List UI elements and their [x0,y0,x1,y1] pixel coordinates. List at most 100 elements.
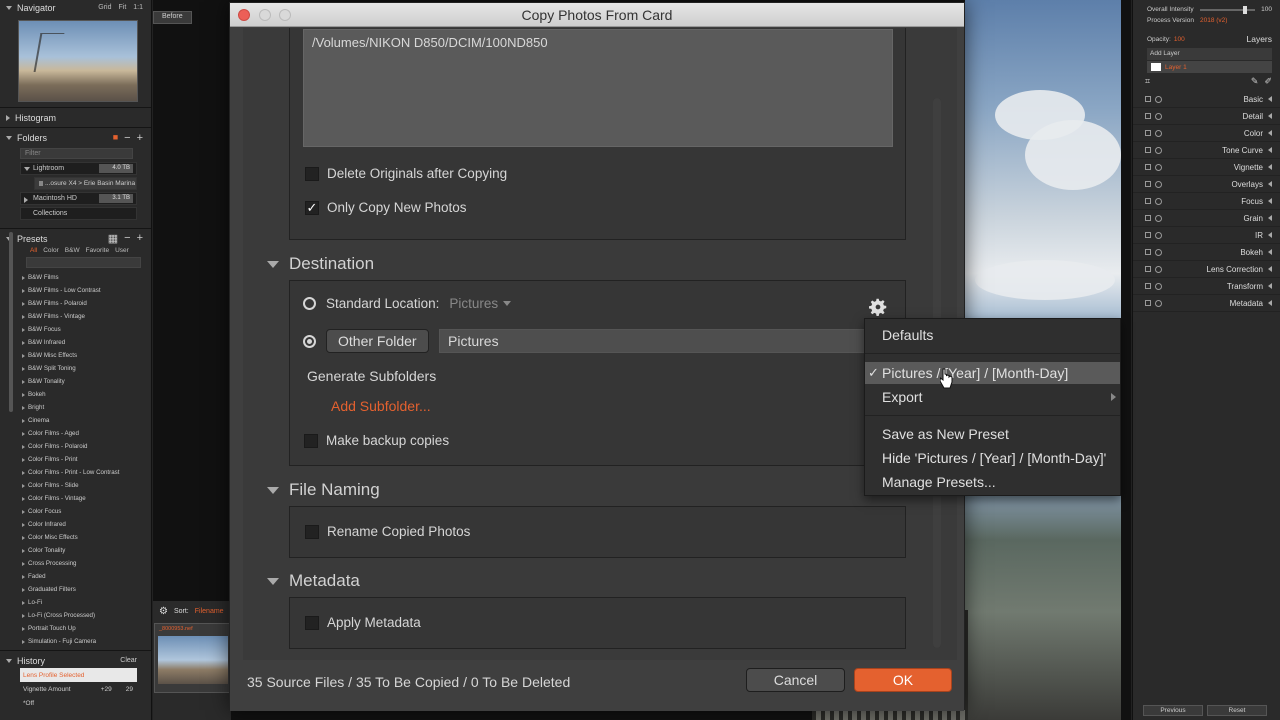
reset-icon[interactable] [1155,95,1162,103]
preset-item[interactable]: B&W Misc Effects [22,349,151,362]
reset-icon[interactable] [1155,248,1162,256]
zoom-fit[interactable]: Fit [118,4,126,11]
module-row[interactable]: Focus [1133,193,1280,210]
visibility-toggle-icon[interactable] [1145,215,1151,221]
reset-icon[interactable] [1155,112,1162,120]
preset-item[interactable]: Lo-Fi [22,596,151,609]
presets-header[interactable]: Presets ▦ − + [0,231,151,246]
visibility-toggle-icon[interactable] [1145,232,1151,238]
add-subfolder-link[interactable]: Add Subfolder... [331,398,431,414]
preset-item[interactable]: Color Focus [22,505,151,518]
brush-icon[interactable]: ✎ [1251,76,1259,87]
visibility-toggle-icon[interactable] [1145,130,1151,136]
folder-erie-basin[interactable]: ...osure X4 > Erie Basin Marina [34,177,137,190]
ok-button[interactable]: OK [854,668,952,692]
module-row[interactable]: Bokeh [1133,244,1280,261]
remove-folder-icon[interactable]: − [124,132,130,144]
module-row[interactable]: Metadata [1133,295,1280,312]
before-button[interactable]: Before [153,10,192,24]
module-row[interactable]: Vignette [1133,159,1280,176]
module-row[interactable]: Tone Curve [1133,142,1280,159]
delete-originals-row[interactable]: Delete Originals after Copying [305,166,507,181]
preset-item[interactable]: B&W Infrared [22,336,151,349]
reset-icon[interactable] [1155,163,1162,171]
only-copy-new-checkbox[interactable]: ✓ [305,200,319,215]
preset-item[interactable]: Color Tonality [22,544,151,557]
remove-preset-icon[interactable]: − [124,232,130,245]
preset-item[interactable]: Bright [22,401,151,414]
zoom-grid[interactable]: Grid [98,4,111,11]
visibility-toggle-icon[interactable] [1145,198,1151,204]
module-row[interactable]: Grain [1133,210,1280,227]
module-row[interactable]: IR [1133,227,1280,244]
crop-icon[interactable]: ⌗ [1145,76,1150,87]
add-preset-icon[interactable]: + [137,232,143,245]
presets-tab-bw[interactable]: B&W [65,247,80,254]
preset-item[interactable]: Lo-Fi (Cross Processed) [22,609,151,622]
module-row[interactable]: Color [1133,125,1280,142]
file-naming-header[interactable]: File Naming [267,480,380,500]
preset-item[interactable]: Color Films - Vintage [22,492,151,505]
add-folder-icon[interactable]: + [137,132,143,144]
history-item[interactable]: *Off [20,696,137,710]
menu-item-export[interactable]: Export [865,386,1120,408]
presets-tab-all[interactable]: All [30,247,37,254]
folder-macintosh-hd[interactable]: Macintosh HD 3.1 TB [20,192,137,205]
visibility-toggle-icon[interactable] [1145,96,1151,102]
reset-icon[interactable] [1155,180,1162,188]
preset-item[interactable]: Color Films - Aged [22,427,151,440]
other-folder-field[interactable]: Pictures [439,329,879,353]
preset-item[interactable]: Color Films - Print [22,453,151,466]
module-row[interactable]: Basic [1133,91,1280,108]
destination-header[interactable]: Destination [267,254,374,274]
grid-view-icon[interactable]: ▦ [108,232,118,245]
preset-item[interactable]: Faded [22,570,151,583]
module-row[interactable]: Lens Correction [1133,261,1280,278]
only-copy-new-row[interactable]: ✓ Only Copy New Photos [305,200,467,215]
cancel-button[interactable]: Cancel [746,668,845,692]
reset-button[interactable]: Reset [1207,705,1267,716]
other-folder-radio[interactable] [303,334,316,348]
metadata-header[interactable]: Metadata [267,571,360,591]
filmstrip-thumbnail[interactable]: _8000953.nef [154,623,230,693]
menu-item-manage-presets[interactable]: Manage Presets... [865,471,1120,493]
sort-value[interactable]: Filename [195,608,224,615]
reset-icon[interactable] [1155,214,1162,222]
preset-item[interactable]: Color Films - Polaroid [22,440,151,453]
preset-item[interactable]: B&W Split Toning [22,362,151,375]
close-icon[interactable] [238,9,250,21]
visibility-toggle-icon[interactable] [1145,181,1151,187]
apply-metadata-row[interactable]: Apply Metadata [305,615,421,630]
visibility-toggle-icon[interactable] [1145,283,1151,289]
reset-icon[interactable] [1155,299,1162,307]
overall-intensity-slider[interactable] [1199,5,1256,14]
preset-item[interactable]: Color Misc Effects [22,531,151,544]
reset-icon[interactable] [1155,265,1162,273]
history-header[interactable]: History Clear [0,653,151,668]
preset-item[interactable]: Cross Processing [22,557,151,570]
process-version-select[interactable]: 2018 (v2) [1200,17,1227,24]
module-row[interactable]: Overlays [1133,176,1280,193]
reset-icon[interactable] [1155,282,1162,290]
preset-item[interactable]: Color Infrared [22,518,151,531]
layers-title[interactable]: Layers [1246,34,1272,44]
menu-item-defaults[interactable]: Defaults [865,324,1120,346]
presets-tab-favorite[interactable]: Favorite [86,247,109,254]
zoom-1to1[interactable]: 1:1 [133,4,143,11]
visibility-toggle-icon[interactable] [1145,113,1151,119]
preset-item[interactable]: Portrait Touch Up [22,622,151,635]
folders-header[interactable]: Folders ■ − + [0,130,151,145]
opacity-value[interactable]: 100 [1174,36,1185,43]
history-clear-button[interactable]: Clear [120,657,151,664]
make-backup-row[interactable]: Make backup copies [304,433,449,448]
gear-icon[interactable] [867,296,889,318]
module-row[interactable]: Transform [1133,278,1280,295]
preset-item[interactable]: Bokeh [22,388,151,401]
preset-item[interactable]: B&W Films - Vintage [22,310,151,323]
preset-item[interactable]: Cinema [22,414,151,427]
folder-lightroom[interactable]: Lightroom 4.0 TB [20,162,137,175]
visibility-toggle-icon[interactable] [1145,164,1151,170]
reset-icon[interactable] [1155,197,1162,205]
visibility-toggle-icon[interactable] [1145,300,1151,306]
presets-scrollbar[interactable] [9,232,13,412]
